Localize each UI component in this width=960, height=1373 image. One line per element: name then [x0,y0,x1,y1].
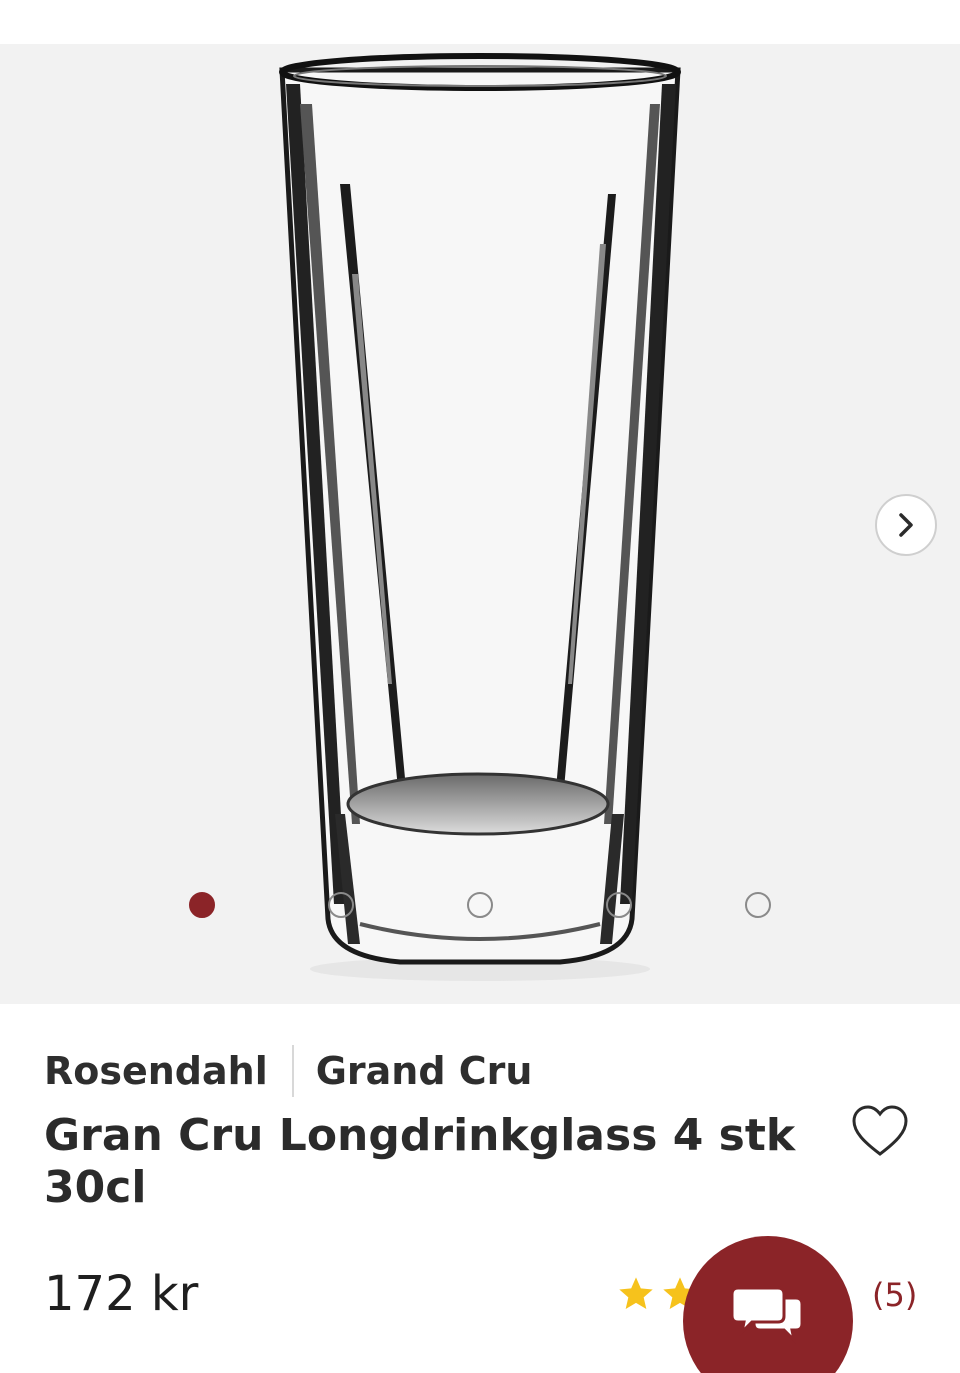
gallery-dot-2[interactable] [328,892,354,918]
gallery-dot-4[interactable] [606,892,632,918]
chat-button[interactable] [683,1236,853,1373]
chat-bubbles-icon [730,1286,804,1344]
gallery-dot-5[interactable] [745,892,771,918]
chevron-right-icon [899,513,913,537]
product-title: Gran Cru Longdrinkglass 4 stk 30cl [44,1110,796,1213]
gallery-pagination [0,892,960,920]
brand-link[interactable]: Rosendahl [44,1049,268,1093]
next-image-button[interactable] [875,494,937,556]
gallery-dot-1[interactable] [189,892,215,918]
brand-breadcrumb: Rosendahl Grand Cru [44,1042,532,1100]
star-icon [619,1277,653,1309]
wishlist-button[interactable] [850,1104,910,1158]
product-image-gallery[interactable] [0,44,960,1004]
product-price: 172 kr [44,1266,199,1322]
product-image [279,53,681,981]
brand-divider [291,1045,294,1097]
review-count[interactable]: (5) [872,1276,917,1314]
collection-link[interactable]: Grand Cru [316,1049,533,1093]
gallery-dot-3[interactable] [467,892,493,918]
heart-outline-icon [852,1105,908,1156]
